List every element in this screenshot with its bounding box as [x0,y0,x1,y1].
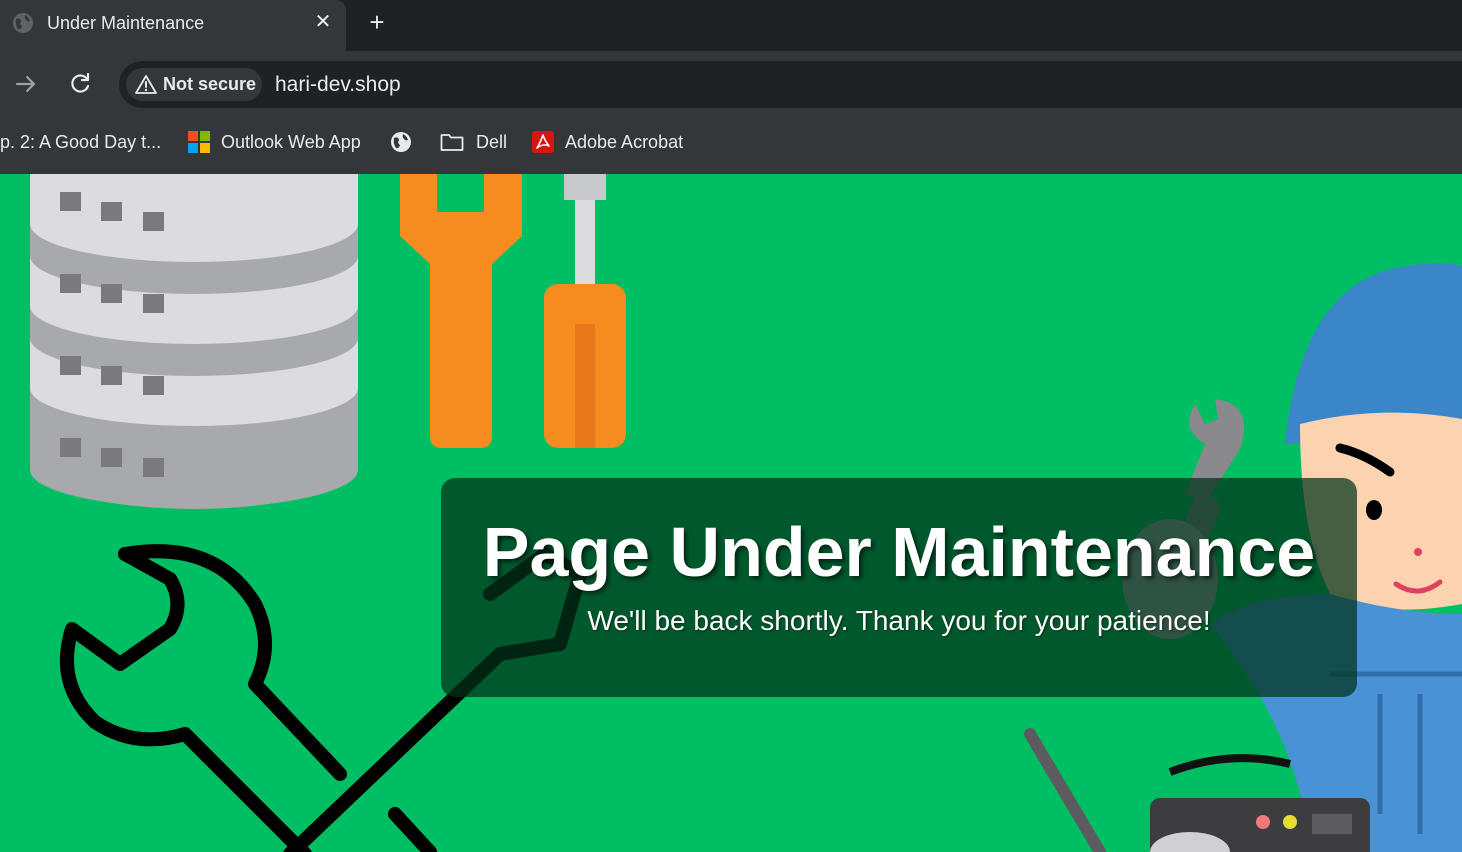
new-tab-button[interactable]: + [364,8,390,36]
bookmark-adobe-acrobat[interactable]: Adobe Acrobat [532,131,692,155]
maintenance-message-panel: Page Under Maintenance We'll be back sho… [441,478,1357,697]
bookmark-folder-dell[interactable]: Dell [440,131,520,155]
microsoft-logo-icon [188,131,210,153]
bookmark-outlook-web-app[interactable]: Outlook Web App [188,131,368,155]
bookmark-label: Dell [476,132,508,152]
globe-icon [391,132,411,152]
bookmark-label: Adobe Acrobat [565,132,684,152]
orange-wrench-icon [400,174,522,448]
reload-button[interactable] [67,71,93,97]
server-icon [30,174,358,509]
acrobat-icon [532,131,554,153]
page-title: Page Under Maintenance [482,513,1316,591]
url-text[interactable]: hari-dev.shop [275,73,401,97]
warning-triangle-icon [135,75,157,94]
maintenance-page: Page Under Maintenance We'll be back sho… [0,174,1462,852]
bookmark-label: p. 2: A Good Day t... [0,132,162,152]
bookmark-label: Outlook Web App [221,132,361,152]
tab-under-maintenance[interactable]: Under Maintenance ✕ [0,0,346,51]
forward-button[interactable] [13,71,39,97]
folder-icon [440,134,464,151]
bookmark-good-day[interactable]: p. 2: A Good Day t... [0,131,162,155]
screwdriver-icon [544,174,626,448]
tab-strip: Under Maintenance ✕ + [0,0,1462,51]
security-chip-label: Not secure [163,74,257,94]
tab-title: Under Maintenance [47,13,205,33]
security-chip[interactable]: Not secure [126,68,262,101]
address-bar[interactable]: Not secure hari-dev.shop [119,61,1462,108]
toolbar: Not secure hari-dev.shop [0,51,1462,114]
tab-close-button[interactable]: ✕ [311,10,335,34]
bookmarks-bar: p. 2: A Good Day t... Outlook Web App De… [0,114,1462,174]
bookmark-globe[interactable] [390,131,414,155]
page-subtitle: We'll be back shortly. Thank you for you… [587,605,1211,636]
globe-icon [13,13,33,33]
